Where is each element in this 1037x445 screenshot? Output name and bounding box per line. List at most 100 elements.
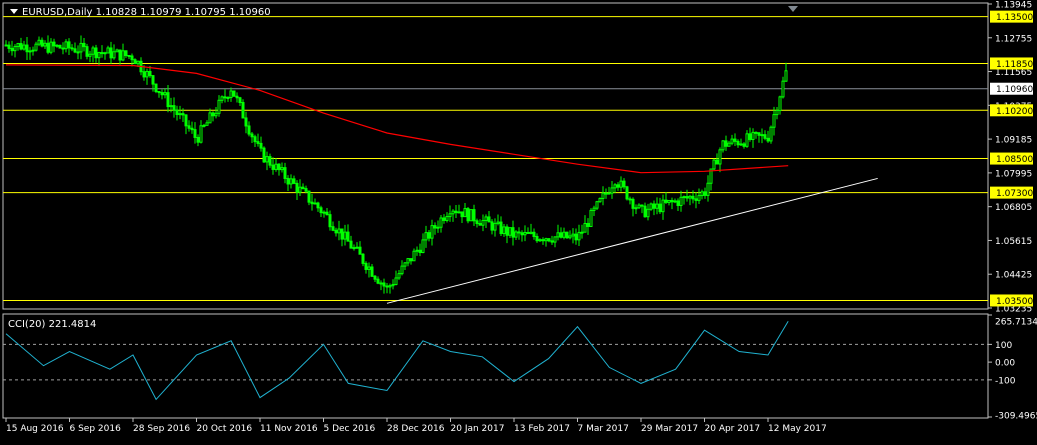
time-tick-label: 15 Aug 2016	[6, 424, 64, 434]
cci-tick-label: 0.00	[995, 359, 1015, 369]
candle-body	[265, 156, 269, 163]
candle-body	[511, 227, 515, 238]
candle	[598, 197, 602, 203]
candle-body	[604, 192, 608, 195]
candle-body	[784, 70, 788, 82]
candle-body	[490, 221, 494, 231]
chart-canvas[interactable]: 1.139451.127551.115651.103751.091851.079…	[0, 0, 1037, 441]
candle	[595, 200, 599, 210]
candle-body	[568, 235, 572, 239]
time-tick-label: 5 Dec 2016	[324, 424, 376, 434]
price-tick-label: 1.07995	[995, 169, 1032, 179]
candle-body	[373, 275, 377, 280]
current-price-badge-text: 1.10960	[996, 85, 1033, 95]
candle-body	[109, 47, 113, 59]
price-tick-label: 1.06805	[995, 203, 1032, 213]
candle-body	[664, 199, 668, 203]
candle-body	[67, 41, 71, 49]
time-tick-label: 13 Feb 2017	[514, 424, 570, 434]
candle-body	[274, 163, 278, 170]
candle-body	[106, 47, 110, 54]
candle-body	[694, 198, 698, 201]
candle-body	[37, 39, 41, 45]
candle-body	[541, 239, 545, 242]
candle-body	[232, 90, 236, 97]
candle-body	[712, 159, 716, 170]
candle-body	[55, 44, 59, 47]
candle-body	[760, 134, 764, 137]
candle-body	[673, 200, 677, 203]
cci-tick-label: -309.4965	[995, 412, 1037, 422]
candle-body	[535, 235, 539, 242]
candle-body	[289, 178, 293, 185]
candle-body	[307, 190, 311, 203]
candle-body	[364, 262, 368, 270]
candle-body	[130, 55, 134, 61]
candle-body	[466, 208, 470, 222]
candle-body	[775, 110, 779, 116]
candle-body	[61, 47, 65, 50]
candle-body	[508, 227, 512, 236]
candle-body	[580, 231, 584, 234]
price-tick-label: 1.05615	[995, 237, 1032, 247]
candle-body	[685, 196, 689, 199]
candle-body	[529, 231, 533, 234]
candle-body	[649, 203, 653, 210]
candle-body	[427, 232, 431, 239]
candle-body	[460, 211, 464, 218]
candle-body	[457, 211, 461, 214]
candle-body	[493, 222, 497, 231]
candle-body	[100, 52, 104, 55]
candle-body	[400, 265, 404, 275]
time-tick-label: 20 Oct 2016	[197, 424, 253, 434]
candle-body	[520, 232, 524, 236]
candle-body	[424, 232, 428, 241]
candle-body	[184, 114, 188, 127]
candle-body	[475, 220, 479, 225]
candle-body	[703, 191, 707, 196]
candle	[589, 208, 593, 228]
candle-body	[688, 195, 692, 199]
candle-body	[412, 250, 416, 262]
candle-body	[721, 140, 725, 151]
candle-body	[640, 204, 644, 207]
candle-body	[403, 262, 407, 267]
candle-body	[334, 229, 338, 234]
candle-body	[160, 92, 164, 96]
time-tick-label: 11 Nov 2016	[260, 424, 318, 434]
candle-body	[328, 214, 332, 228]
candle-body	[367, 266, 371, 270]
candle-body	[319, 207, 323, 214]
candle-body	[331, 226, 335, 231]
candle	[469, 209, 473, 222]
candle-body	[97, 52, 101, 59]
candle-body	[355, 246, 359, 249]
candle-body	[757, 132, 761, 136]
candle-body	[256, 141, 260, 144]
candle-body	[76, 51, 80, 54]
candle-body	[379, 282, 383, 285]
level-badge-4-text: 1.07300	[996, 189, 1033, 199]
candle-body	[628, 198, 632, 201]
candle-body	[478, 223, 482, 226]
candle-body	[469, 209, 473, 222]
candle-body	[46, 42, 50, 53]
candle-body	[151, 75, 155, 85]
candle-body	[196, 136, 200, 143]
candle-body	[292, 178, 296, 184]
level-badge-0-text: 1.13500	[996, 13, 1033, 23]
candle-body	[778, 96, 782, 112]
candle-body	[574, 233, 578, 241]
candle-body	[715, 159, 719, 165]
candle-body	[241, 102, 245, 119]
candle-body	[598, 197, 602, 203]
candle-body	[586, 222, 590, 228]
candle-body	[136, 60, 140, 65]
chart-window[interactable]: 1.139451.127551.115651.103751.091851.079…	[0, 0, 1037, 441]
candle-body	[142, 71, 146, 78]
candle-body	[502, 226, 506, 235]
candle-body	[223, 96, 227, 99]
candle-body	[316, 202, 320, 209]
candle-body	[175, 109, 179, 115]
cci-tick-label: 265.7134	[995, 318, 1037, 328]
